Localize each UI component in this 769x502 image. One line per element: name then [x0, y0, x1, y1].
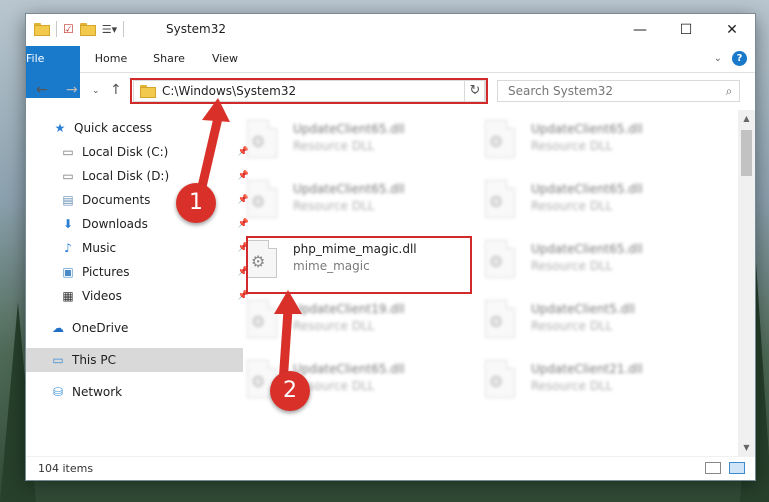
new-folder-icon[interactable] — [79, 22, 96, 36]
background-tree — [4, 382, 24, 502]
up-arrow-icon[interactable]: ↑ — [110, 82, 122, 98]
tab-share[interactable]: Share — [142, 46, 196, 72]
callout-badge-2: 2 — [270, 371, 310, 411]
sidebar-item-label: OneDrive — [72, 321, 129, 335]
large-icons-view-icon[interactable] — [729, 462, 745, 474]
scroll-up-icon[interactable]: ▲ — [738, 110, 755, 127]
forward-arrow-icon[interactable]: → — [66, 82, 78, 98]
star-icon: ★ — [54, 121, 66, 135]
view-toggle — [705, 462, 745, 474]
dll-file-icon: ⚙ — [485, 120, 519, 162]
list-item[interactable]: ⚙ UpdateClient21.dll Resource DLL — [485, 358, 715, 410]
item-count: 104 items — [38, 462, 94, 475]
list-item[interactable]: ⚙ UpdateClient65.dll Resource DLL — [485, 178, 715, 230]
help-icon[interactable]: ? — [732, 51, 747, 66]
scroll-down-icon[interactable]: ▼ — [738, 439, 755, 456]
sidebar-item-pictures[interactable]: ▣ Pictures 📌 — [26, 260, 253, 284]
window-controls: — ☐ ✕ — [617, 14, 755, 46]
close-button[interactable]: ✕ — [709, 14, 755, 46]
file-highlight-box — [246, 236, 472, 294]
ribbon-right: ⌄ ? — [714, 51, 747, 66]
list-item[interactable]: ⚙ UpdateClient65.dll Resource DLL — [485, 238, 715, 290]
file-name: UpdateClient65.dll — [293, 122, 405, 136]
title-bar: ☑ ☰▾ System32 — ☐ ✕ — [26, 14, 755, 46]
file-description: Resource DLL — [531, 319, 613, 333]
file-name: UpdateClient65.dll — [531, 242, 643, 256]
cloud-icon: ☁ — [52, 321, 64, 335]
file-description: Resource DLL — [531, 199, 613, 213]
maximize-button[interactable]: ☐ — [663, 14, 709, 46]
sidebar-item-label: Documents — [82, 193, 151, 207]
explorer-window: ☑ ☰▾ System32 — ☐ ✕ File Home Share View… — [26, 14, 755, 480]
vertical-scrollbar[interactable]: ▲ ▼ — [738, 110, 755, 456]
file-description: Resource DLL — [531, 139, 613, 153]
music-icon: ♪ — [64, 241, 72, 255]
network-icon: ⛁ — [52, 385, 64, 399]
sidebar-item-label: Local Disk (D:) — [82, 169, 170, 183]
file-name: UpdateClient65.dll — [531, 122, 643, 136]
customize-toolbar-icon[interactable]: ☰▾ — [102, 23, 117, 36]
folder-icon — [34, 22, 50, 36]
sidebar-item-label: Local Disk (C:) — [82, 145, 169, 159]
dll-file-icon: ⚙ — [485, 180, 519, 222]
file-name: UpdateClient65.dll — [293, 182, 405, 196]
sidebar-item-label: This PC — [72, 353, 116, 367]
list-item[interactable]: ⚙ UpdateClient65.dll Resource DLL — [247, 118, 477, 170]
search-box[interactable]: ⌕ — [497, 80, 740, 102]
drive-icon: ▭ — [62, 145, 74, 159]
sidebar-item-label: Pictures — [82, 265, 130, 279]
status-bar: 104 items — [26, 456, 755, 481]
quick-access-toolbar: ☑ ☰▾ — [34, 21, 125, 37]
dll-file-icon: ⚙ — [247, 120, 281, 162]
dll-file-icon: ⚙ — [485, 360, 519, 402]
file-description: Resource DLL — [531, 259, 613, 273]
sidebar-item-network[interactable]: ⛁ Network — [26, 380, 243, 404]
expand-ribbon-icon[interactable]: ⌄ — [714, 53, 722, 64]
dll-file-icon: ⚙ — [485, 240, 519, 282]
computer-icon: ▭ — [52, 353, 64, 367]
sidebar-item-label: Videos — [82, 289, 122, 303]
videos-icon: ▦ — [62, 289, 74, 303]
divider — [123, 21, 125, 37]
dll-file-icon: ⚙ — [485, 300, 519, 342]
dll-file-icon: ⚙ — [247, 180, 281, 222]
download-icon: ⬇ — [62, 217, 74, 231]
tab-home[interactable]: Home — [84, 46, 138, 72]
file-name: UpdateClient65.dll — [531, 182, 643, 196]
tab-view[interactable]: View — [198, 46, 252, 72]
file-name: UpdateClient21.dll — [531, 362, 643, 376]
file-description: Resource DLL — [293, 139, 375, 153]
search-input[interactable] — [506, 83, 719, 99]
scroll-thumb[interactable] — [741, 130, 752, 176]
sidebar-item-videos[interactable]: ▦ Videos 📌 — [26, 284, 253, 308]
back-arrow-icon[interactable]: ← — [36, 82, 48, 98]
window-title: System32 — [166, 22, 227, 36]
sidebar-item-label: Network — [72, 385, 123, 399]
list-item[interactable]: ⚙ UpdateClient65.dll Resource DLL — [247, 178, 477, 230]
file-name: UpdateClient5.dll — [531, 302, 635, 316]
sidebar-item-music[interactable]: ♪ Music 📌 — [26, 236, 253, 260]
sidebar-item-onedrive[interactable]: ☁ OneDrive — [26, 316, 243, 340]
search-icon[interactable]: ⌕ — [719, 84, 739, 99]
sidebar-item-downloads[interactable]: ⬇ Downloads 📌 — [26, 212, 253, 236]
sidebar-item-label: Music — [82, 241, 117, 255]
file-description: Resource DLL — [293, 199, 375, 213]
sidebar-item-label: Quick access — [74, 121, 153, 135]
ribbon-tabs: File Home Share View ⌄ ? — [26, 46, 755, 98]
list-item[interactable]: ⚙ UpdateClient65.dll Resource DLL — [485, 118, 715, 170]
callout-badge-1: 1 — [176, 183, 216, 223]
details-view-icon[interactable] — [705, 462, 721, 474]
recent-locations-icon[interactable]: ⌄ — [92, 86, 100, 96]
documents-icon: ▤ — [62, 193, 74, 207]
properties-icon[interactable]: ☑ — [63, 22, 74, 36]
minimize-button[interactable]: — — [617, 14, 663, 46]
pictures-icon: ▣ — [62, 265, 74, 279]
divider — [56, 21, 57, 37]
sidebar-item-this-pc[interactable]: ▭ This PC — [26, 348, 243, 372]
drive-icon: ▭ — [62, 169, 74, 183]
navigation-bar: ← → ⌄ ↑ C:\Windows\System32 ⌄ ↻ ⌕ — [26, 74, 755, 108]
list-item[interactable]: ⚙ UpdateClient5.dll Resource DLL — [485, 298, 715, 350]
file-description: Resource DLL — [531, 379, 613, 393]
sidebar-item-label: Downloads — [82, 217, 148, 231]
